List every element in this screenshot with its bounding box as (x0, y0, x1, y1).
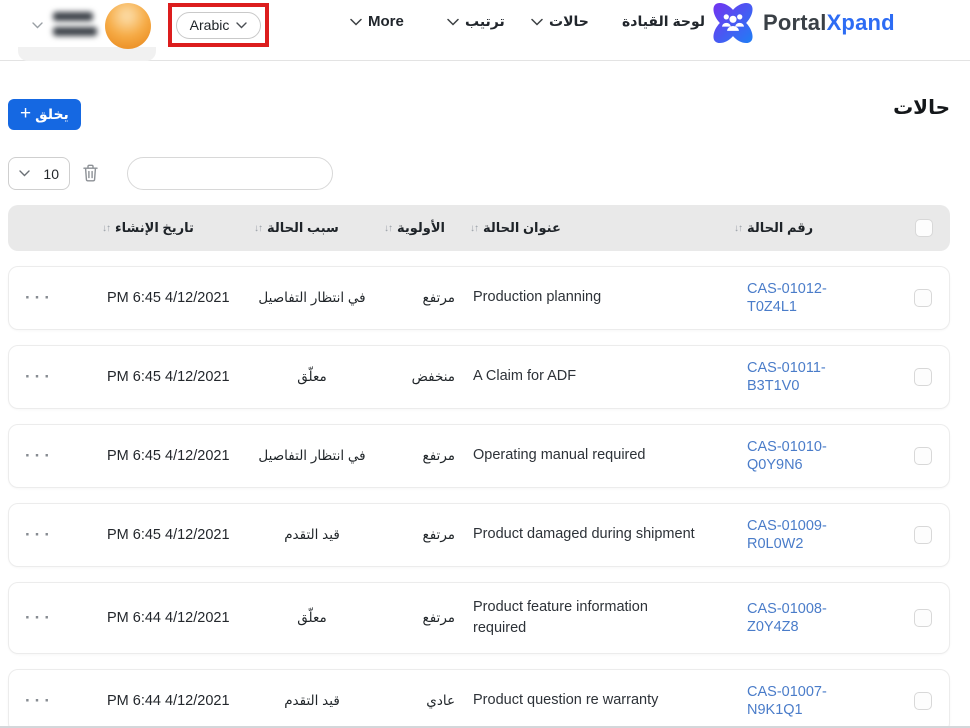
case-priority: مرتفع (377, 527, 463, 543)
case-number-link[interactable]: CAS-01008-Z0Y4Z8 (747, 601, 827, 635)
language-highlight-box: Arabic (168, 3, 269, 47)
nav-more[interactable]: More (350, 13, 404, 30)
row-actions-button[interactable]: ··· (25, 609, 54, 626)
trash-icon (81, 163, 100, 183)
case-number-link[interactable]: CAS-01010-Q0Y9N6 (747, 439, 827, 473)
table-row: CAS-01008-Z0Y4Z8 Product feature informa… (8, 582, 950, 654)
case-title: Product feature information required (463, 597, 725, 639)
row-checkbox[interactable] (914, 289, 932, 307)
row-checkbox[interactable] (914, 368, 932, 386)
brand-wordmark: PortalXpand (763, 10, 895, 36)
row-actions-button[interactable]: ··· (25, 368, 54, 385)
table-row: CAS-01011-B3T1V0 A Claim for ADF منخفض م… (8, 345, 950, 409)
case-title: Product question re warranty (463, 690, 725, 711)
create-button-label: يخلق (35, 106, 69, 123)
page-size-select[interactable]: 10 (8, 157, 70, 190)
row-actions-button[interactable]: ··· (25, 447, 54, 464)
row-actions-button[interactable]: ··· (25, 289, 54, 306)
case-created-date: PM 6:44 4/12/2021 (95, 610, 247, 626)
case-priority: عادي (377, 693, 463, 709)
user-name-redacted[interactable] (53, 12, 97, 42)
chevron-down-icon (447, 18, 459, 26)
nav-sort-label: ترتيب (465, 13, 505, 30)
plus-icon: + (20, 104, 31, 123)
row-checkbox[interactable] (914, 526, 932, 544)
search-input[interactable] (148, 166, 329, 182)
nav-sort[interactable]: ترتيب (447, 13, 505, 30)
table-row: CAS-01010-Q0Y9N6 Operating manual requir… (8, 424, 950, 488)
portalxpand-logo-icon (712, 2, 754, 44)
case-title: Operating manual required (463, 445, 725, 466)
case-created-date: PM 6:44 4/12/2021 (95, 693, 247, 709)
user-menu-highlight (18, 47, 156, 61)
nav-more-label: More (368, 13, 404, 30)
sort-icon[interactable]: ↑↓ (384, 223, 392, 234)
select-all-checkbox[interactable] (915, 219, 933, 237)
row-actions-button[interactable]: ··· (25, 692, 54, 709)
case-reason: قيد التقدم (247, 527, 377, 543)
case-reason: معلّق (247, 610, 377, 626)
table-row: CAS-01012-T0Z4L1 Production planning مرت… (8, 266, 950, 330)
case-reason: معلّق (247, 369, 377, 385)
brand-logo[interactable]: PortalXpand (712, 2, 895, 44)
table-header-row: رقم الحالة ↑↓ عنوان الحالة ↑↓ الأولوية ↑… (8, 205, 950, 251)
sort-icon[interactable]: ↑↓ (470, 223, 478, 234)
sort-icon[interactable]: ↑↓ (254, 223, 262, 234)
case-title: A Claim for ADF (463, 366, 725, 387)
row-checkbox[interactable] (914, 447, 932, 465)
case-created-date: PM 6:45 4/12/2021 (95, 369, 247, 385)
nav-cases[interactable]: حالات (531, 13, 589, 30)
case-number-link[interactable]: CAS-01012-T0Z4L1 (747, 281, 827, 315)
avatar[interactable] (105, 3, 151, 49)
table-row: CAS-01007-N9K1Q1 Product question re war… (8, 669, 950, 728)
column-header-case-number[interactable]: رقم الحالة ↑↓ (726, 220, 898, 236)
case-title: Product damaged during shipment (463, 524, 725, 545)
table-row: CAS-01009-R0L0W2 Product damaged during … (8, 503, 950, 567)
chevron-down-icon[interactable] (32, 22, 43, 29)
case-priority: مرتفع (377, 290, 463, 306)
case-priority: مرتفع (377, 610, 463, 626)
language-selector[interactable]: Arabic (176, 12, 262, 39)
page-size-value: 10 (43, 166, 59, 182)
chevron-down-icon (350, 18, 362, 26)
case-created-date: PM 6:45 4/12/2021 (95, 290, 247, 306)
topbar: Arabic More ترتيب حالات لوحة القيادة (0, 0, 970, 61)
create-button[interactable]: + يخلق (8, 99, 81, 130)
cases-table: رقم الحالة ↑↓ عنوان الحالة ↑↓ الأولوية ↑… (8, 205, 950, 728)
case-number-link[interactable]: CAS-01009-R0L0W2 (747, 518, 827, 552)
chevron-down-icon (236, 22, 247, 29)
page-title: حالات (893, 95, 950, 120)
column-header-created-date[interactable]: تاريخ الإنشاء ↑↓ (94, 220, 246, 236)
chevron-down-icon (531, 18, 543, 26)
column-header-case-title[interactable]: عنوان الحالة ↑↓ (462, 220, 726, 236)
case-number-link[interactable]: CAS-01011-B3T1V0 (747, 360, 826, 394)
nav-dashboard[interactable]: لوحة القيادة (622, 13, 705, 30)
case-created-date: PM 6:45 4/12/2021 (95, 527, 247, 543)
row-checkbox[interactable] (914, 692, 932, 710)
case-reason: قيد التقدم (247, 693, 377, 709)
sort-icon[interactable]: ↑↓ (734, 223, 742, 234)
column-header-case-reason[interactable]: سبب الحالة ↑↓ (246, 220, 376, 236)
case-priority: مرتفع (377, 448, 463, 464)
case-priority: منخفض (377, 369, 463, 385)
row-checkbox[interactable] (914, 609, 932, 627)
sort-icon[interactable]: ↑↓ (102, 223, 110, 234)
case-reason: في انتظار التفاصيل (247, 290, 377, 306)
delete-button[interactable] (81, 163, 100, 183)
search-box (127, 157, 333, 190)
chevron-down-icon (19, 170, 30, 177)
language-label: Arabic (190, 17, 230, 33)
nav-cases-label: حالات (549, 13, 589, 30)
nav-dashboard-label: لوحة القيادة (622, 13, 705, 30)
case-created-date: PM 6:45 4/12/2021 (95, 448, 247, 464)
case-number-link[interactable]: CAS-01007-N9K1Q1 (747, 684, 827, 718)
case-reason: في انتظار التفاصيل (247, 448, 377, 464)
case-title: Production planning (463, 287, 725, 308)
column-header-priority[interactable]: الأولوية ↑↓ (376, 220, 462, 236)
row-actions-button[interactable]: ··· (25, 526, 54, 543)
